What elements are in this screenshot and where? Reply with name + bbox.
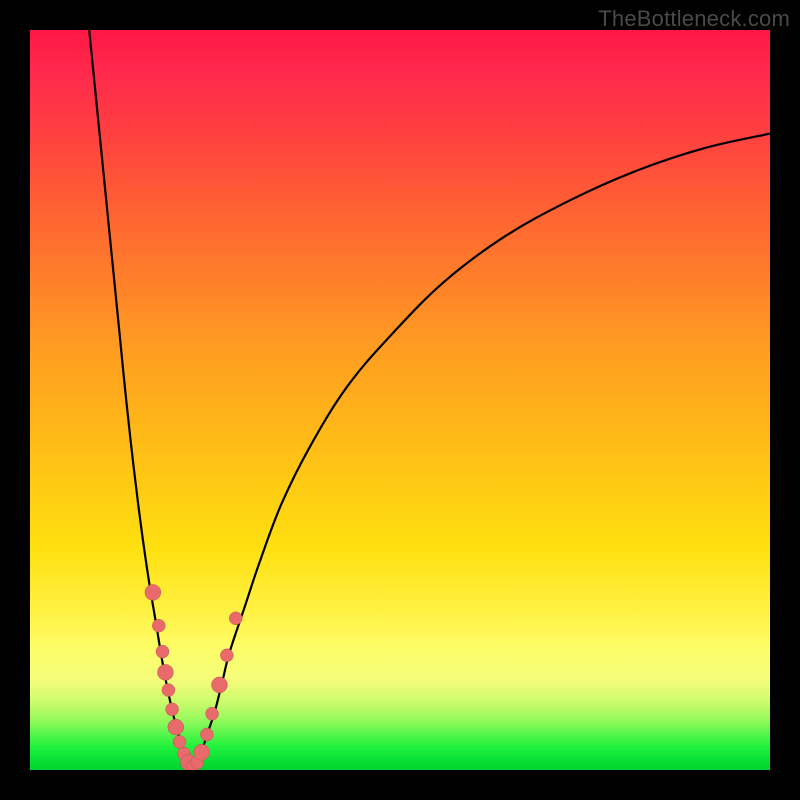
data-point [156,645,169,658]
data-point [162,684,175,697]
curve-left-curve [89,30,193,770]
chart-frame: TheBottleneck.com [0,0,800,800]
data-point [157,664,173,680]
data-point [220,649,233,662]
curve-right-curve [193,134,770,770]
data-point [211,677,227,693]
data-point [145,584,161,600]
data-point [229,612,242,625]
scatter-dots [145,584,242,770]
data-point [152,619,165,632]
plot-area [30,30,770,770]
data-point [168,719,184,735]
data-point [200,728,213,741]
data-point [206,707,219,720]
curve-layer [30,30,770,770]
data-point [173,735,186,748]
watermark-text: TheBottleneck.com [598,6,790,32]
v-curve [89,30,770,770]
data-point [194,744,210,760]
data-point [166,703,179,716]
